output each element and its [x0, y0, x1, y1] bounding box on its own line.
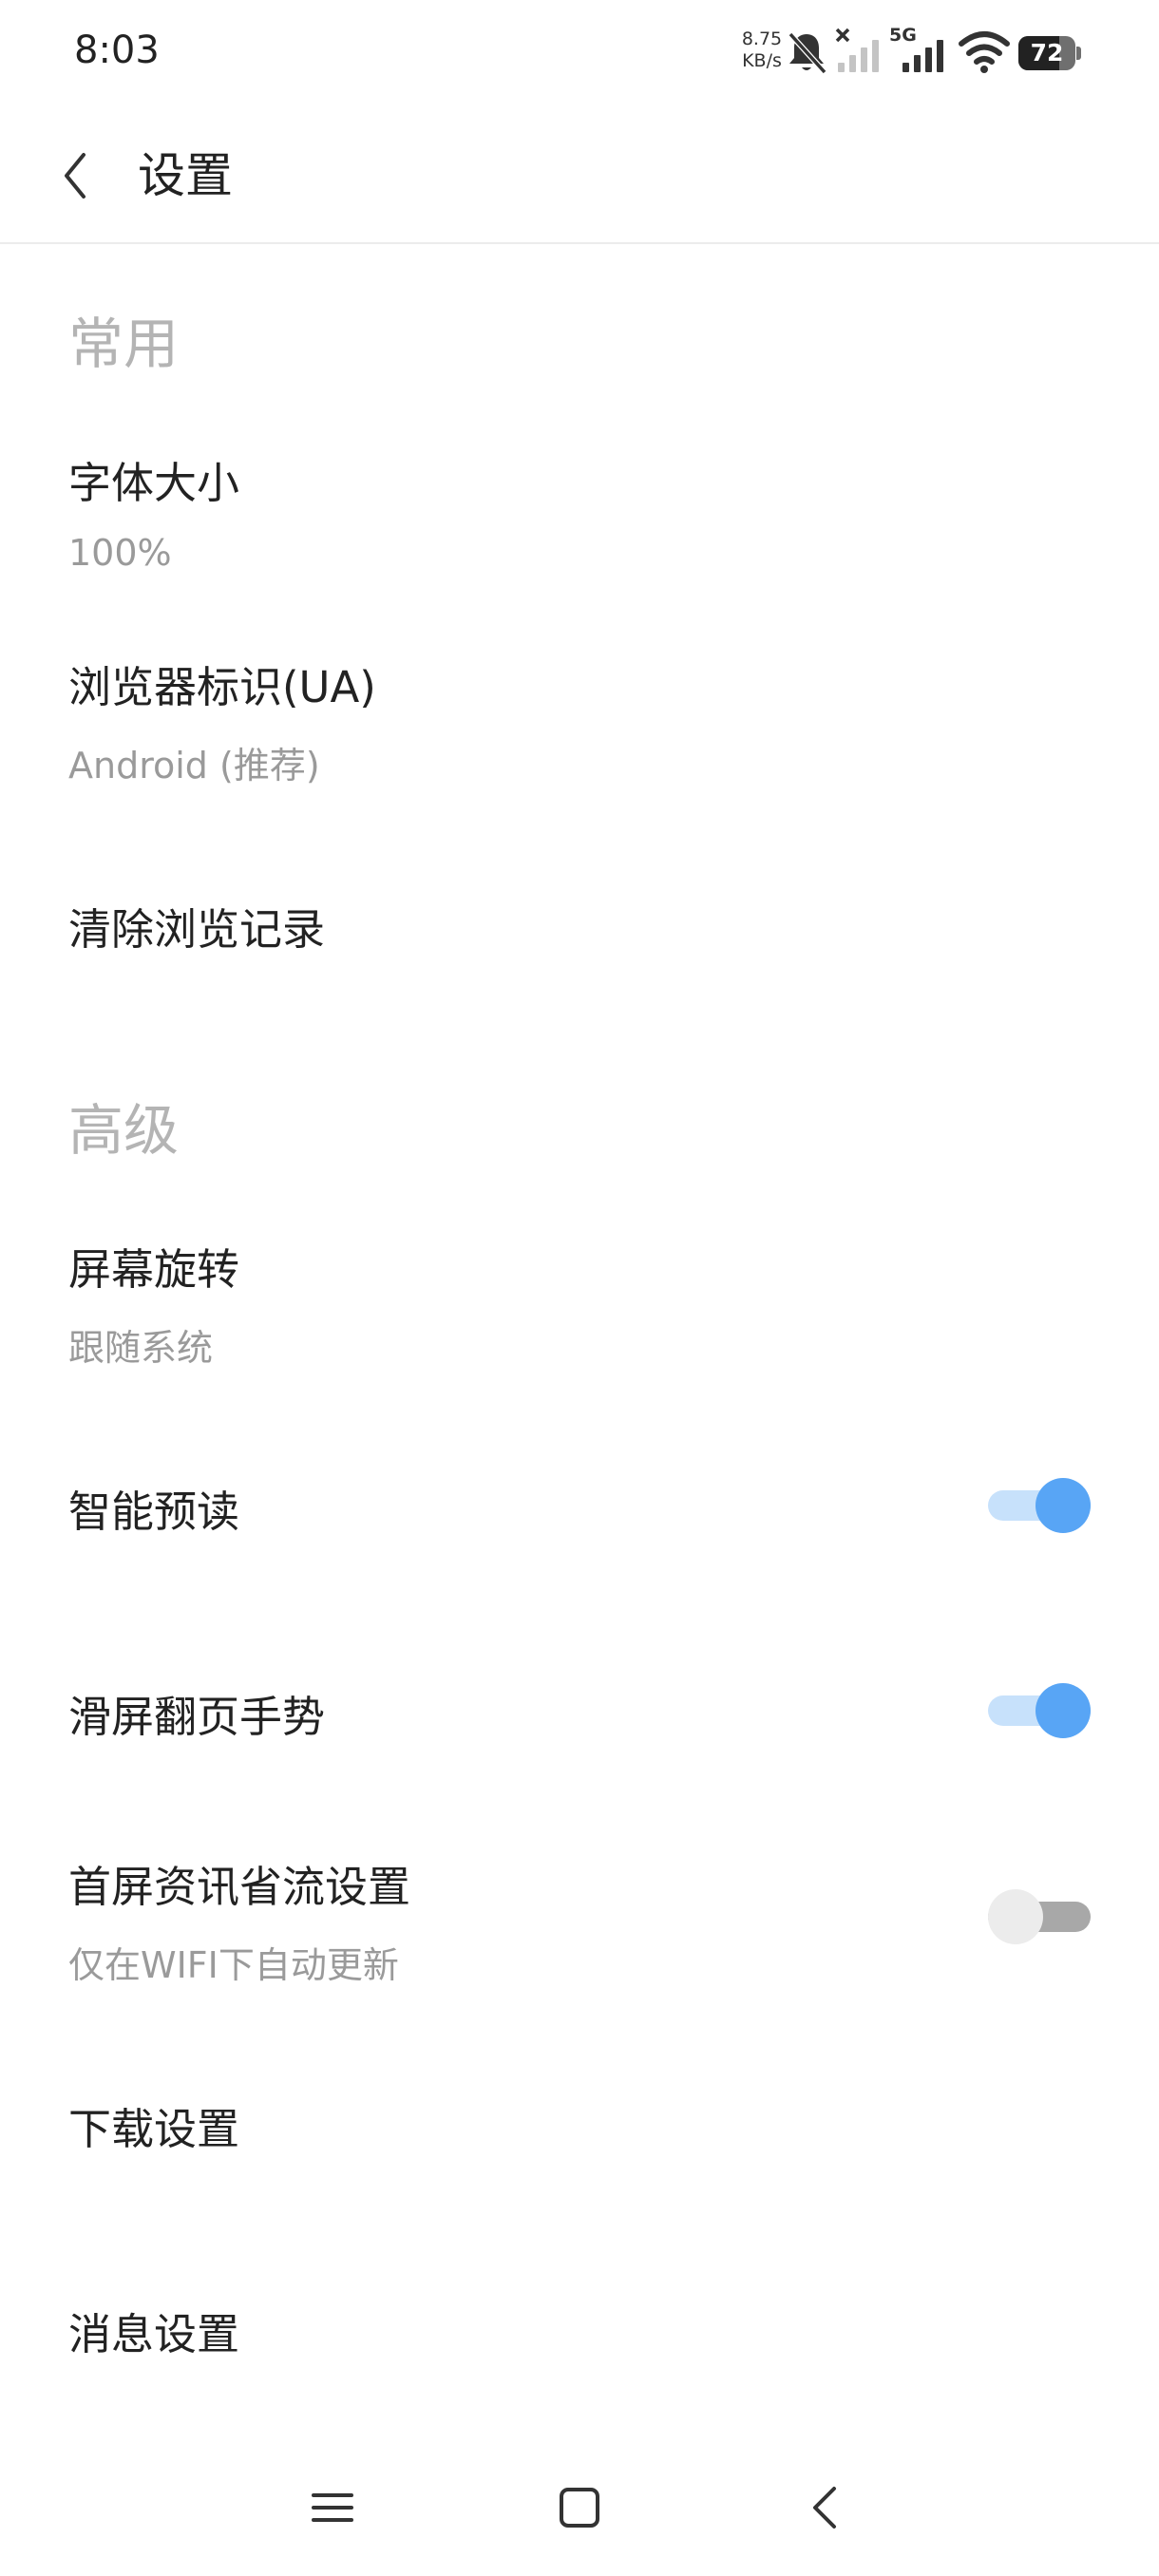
setting-clear-history[interactable]: 清除浏览记录	[0, 855, 1159, 1007]
setting-smart-preload[interactable]: 智能预读	[0, 1434, 1159, 1577]
back-button[interactable]	[53, 147, 101, 204]
setting-font-size[interactable]: 字体大小 100%	[0, 418, 1159, 608]
setting-message[interactable]: 消息设置	[0, 2257, 1159, 2399]
settings-screen: 8:03 8.75 KB/s 5G 72 设置 常用 字体大小 100% 浏览器…	[0, 0, 1159, 2576]
swipe-page-gesture-toggle[interactable]	[988, 1679, 1091, 1742]
chevron-left-icon	[65, 153, 86, 199]
setting-subtitle: 仅在WIFI下自动更新	[68, 1944, 399, 1986]
net-speed: 8.75 KB/s	[739, 28, 785, 72]
home-icon	[560, 2488, 599, 2528]
mute-icon	[788, 31, 827, 75]
battery-level: 72	[1030, 39, 1064, 66]
recent-apps-button[interactable]	[304, 2479, 361, 2536]
setting-title: 浏览器标识(UA)	[68, 662, 376, 712]
status-bar: 8:03 8.75 KB/s 5G 72	[0, 0, 1159, 109]
smart-preload-toggle[interactable]	[988, 1474, 1091, 1537]
setting-subtitle: 跟随系统	[68, 1327, 214, 1369]
system-back-button[interactable]	[798, 2479, 855, 2536]
header: 设置	[0, 109, 1159, 244]
net-speed-value: 8.75	[741, 28, 783, 49]
home-feed-data-saver-toggle[interactable]	[988, 1885, 1091, 1948]
setting-swipe-page-gesture[interactable]: 滑屏翻页手势	[0, 1639, 1159, 1782]
setting-title: 首屏资讯省流设置	[68, 1862, 411, 1912]
menu-icon	[312, 2493, 353, 2522]
setting-subtitle: 100%	[68, 532, 172, 574]
page-title: 设置	[138, 148, 233, 203]
setting-download[interactable]: 下载设置	[0, 2052, 1159, 2194]
no-signal-icon	[835, 28, 879, 72]
setting-title: 滑屏翻页手势	[68, 1692, 326, 1742]
status-time: 8:03	[74, 28, 160, 72]
setting-user-agent[interactable]: 浏览器标识(UA) Android (推荐)	[0, 622, 1159, 812]
wifi-icon	[959, 31, 1010, 73]
setting-title: 屏幕旋转	[68, 1244, 240, 1295]
setting-title: 智能预读	[68, 1487, 240, 1537]
signal-5g-icon	[902, 40, 943, 72]
section-header-common: 常用	[68, 312, 180, 376]
navigation-bar	[0, 2432, 1159, 2576]
setting-title: 下载设置	[68, 2104, 240, 2154]
section-header-advanced: 高级	[68, 1098, 180, 1163]
setting-title: 消息设置	[68, 2309, 240, 2359]
net-speed-unit: KB/s	[742, 50, 782, 71]
home-button[interactable]	[551, 2479, 608, 2536]
setting-subtitle: Android (推荐)	[68, 745, 320, 786]
setting-screen-rotation[interactable]: 屏幕旋转 跟随系统	[0, 1206, 1159, 1396]
battery-icon: 72	[1018, 36, 1081, 70]
setting-home-feed-data-saver[interactable]: 首屏资讯省流设置 仅在WIFI下自动更新	[0, 1824, 1159, 2014]
setting-title: 字体大小	[68, 458, 240, 508]
setting-title: 清除浏览记录	[68, 904, 326, 955]
back-icon	[813, 2487, 836, 2529]
